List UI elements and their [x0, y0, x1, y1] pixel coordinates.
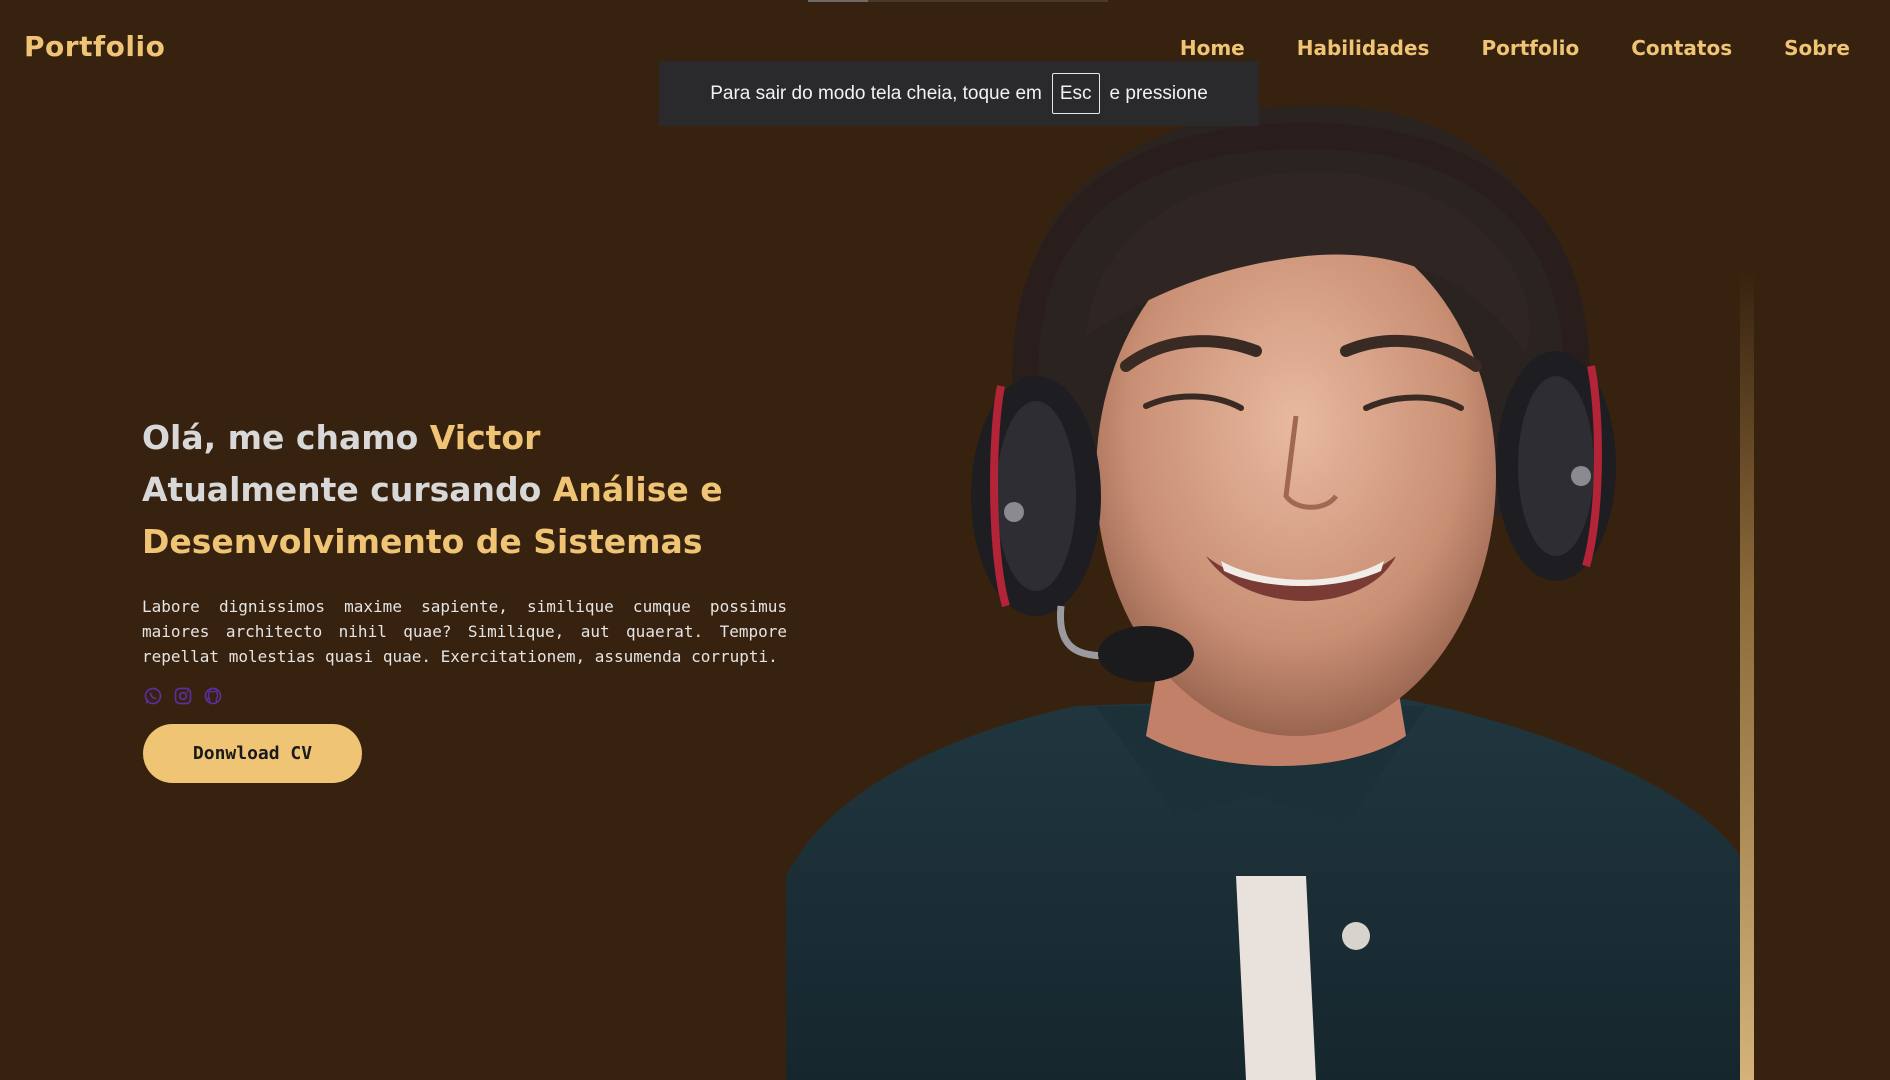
hero-name: Victor	[429, 418, 541, 457]
fullscreen-notice: Para sair do modo tela cheia, toque em E…	[659, 61, 1259, 126]
nav-contatos[interactable]: Contatos	[1631, 36, 1732, 60]
nav-home[interactable]: Home	[1180, 36, 1245, 60]
whatsapp-icon[interactable]	[142, 685, 164, 707]
hero-description: Labore dignissimos maxime sapiente, simi…	[142, 597, 787, 666]
instagram-icon[interactable]	[172, 685, 194, 707]
nav-portfolio[interactable]: Portfolio	[1481, 36, 1579, 60]
fullscreen-notice-text: Para sair do modo tela cheia, toque em	[710, 82, 1042, 104]
decorative-side-bar	[1740, 270, 1754, 1080]
esc-key-badge: Esc	[1051, 73, 1100, 114]
social-links	[142, 685, 792, 707]
github-icon[interactable]	[202, 685, 224, 707]
hero-heading: Olá, me chamo Victor Atualmente cursando…	[142, 412, 792, 568]
logo[interactable]: Portfolio	[24, 30, 165, 63]
hero-section: Olá, me chamo Victor Atualmente cursando…	[142, 412, 792, 707]
hero-course-part1: Análise e	[552, 470, 723, 509]
download-cv-button[interactable]: Donwload CV	[143, 724, 362, 783]
main-nav: Home Habilidades Portfolio Contatos Sobr…	[1180, 36, 1850, 60]
nav-habilidades[interactable]: Habilidades	[1297, 36, 1430, 60]
hero-course-prefix: Atualmente cursando	[142, 470, 553, 509]
profile-photo	[786, 104, 1740, 1080]
hero-course-part2: Desenvolvimento de Sistemas	[142, 522, 703, 561]
fullscreen-notice-text-end: e pressione	[1109, 82, 1208, 104]
nav-sobre[interactable]: Sobre	[1784, 36, 1850, 60]
hero-greeting: Olá, me chamo	[142, 418, 430, 457]
